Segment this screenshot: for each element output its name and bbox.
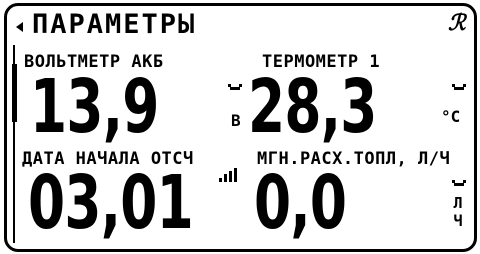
fuel-consumption-value: 0,0 <box>254 160 347 246</box>
fuel-unit-top: Л <box>453 194 463 212</box>
parameters-screen: ПАРАМЕТРЫ ℛ ВОЛЬТМЕТР АКБ 13,9 В ТЕРМОМЕ… <box>0 0 480 254</box>
thermometer-value: 28,3 <box>248 64 377 150</box>
cloud-icon <box>452 180 466 186</box>
start-date-value: 03,01 <box>28 160 194 246</box>
fuel-unit-bottom: Ч <box>453 212 463 230</box>
script-icon: ℛ <box>448 11 466 36</box>
cloud-icon <box>228 84 242 90</box>
voltmeter-value: 13,9 <box>30 64 159 150</box>
voltmeter-unit: В <box>231 111 241 130</box>
signal-strength-icon <box>219 168 237 182</box>
screen-title: ПАРАМЕТРЫ <box>32 9 197 40</box>
thermometer-unit: °C <box>441 107 461 126</box>
back-arrow-icon[interactable] <box>16 22 23 32</box>
scrollbar-thumb[interactable] <box>12 64 17 122</box>
cloud-icon <box>452 84 466 90</box>
